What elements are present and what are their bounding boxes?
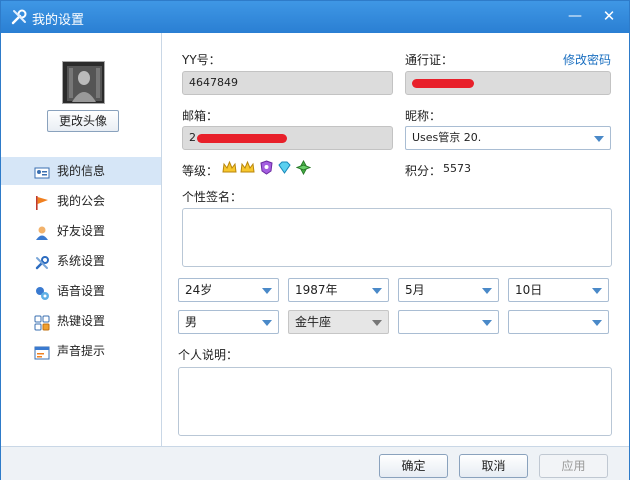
friend-icon [34,223,50,240]
close-button[interactable]: ✕ [599,6,619,26]
chevron-down-icon [262,320,272,326]
chevron-down-icon [482,320,492,326]
age-select[interactable]: 24岁 [178,278,279,302]
age-value: 24岁 [185,283,213,297]
sidebar-item-label: 热键设置 [57,314,106,328]
window-title: 我的设置 [32,13,85,28]
sidebar-item-my-info[interactable]: 我的信息 [1,157,161,185]
yy-number-label: YY号： [182,53,221,67]
nickname-value: Uses管京 20. [412,131,482,144]
minimize-button[interactable]: — [565,6,585,26]
gender-select[interactable]: 男 [178,310,279,334]
sidebar-item-label: 系统设置 [57,254,106,268]
redaction-mark [197,134,287,143]
signature-label: 个性签名： [182,190,243,204]
points-value: 5573 [443,162,471,175]
sidebar-item-friend-settings[interactable]: 好友设置 [1,217,161,245]
diamond-icon [277,160,292,175]
email-label: 邮箱： [182,109,219,123]
nickname-input[interactable]: Uses管京 20. [405,126,611,150]
birth-day-value: 10日 [515,283,543,297]
voice-icon [34,283,50,300]
about-label: 个人说明： [178,348,239,362]
chevron-down-icon [262,288,272,294]
sound-window-icon [34,343,50,360]
chevron-down-icon [594,136,604,142]
about-input[interactable] [178,367,612,436]
location-city-select[interactable] [508,310,609,334]
passport-label: 通行证： [405,53,454,67]
points-label: 积分： [405,164,442,178]
sidebar: 更改头像 我的信息 我的公会 好友设置 系统设置 语音设置 热键设置 声音提示 [1,33,162,446]
settings-form: YY号： 4647849 通行证： 修改密码 邮箱： 2 昵称： Uses管京 … [163,33,629,446]
yy-number-field: 4647849 [182,71,393,95]
sidebar-item-label: 语音设置 [57,284,106,298]
level-label: 等级： [182,164,219,178]
email-value-prefix: 2 [189,131,196,144]
passport-field [405,71,611,95]
cancel-button[interactable]: 取消 [459,454,528,478]
change-avatar-button[interactable]: 更改头像 [47,110,119,132]
title-bar[interactable]: 我的设置 — ✕ [1,1,629,33]
sidebar-item-label: 好友设置 [57,224,106,238]
sidebar-item-my-guild[interactable]: 我的公会 [1,187,161,215]
chevron-down-icon [372,288,382,294]
sidebar-item-label: 我的信息 [57,164,106,178]
clover-icon [295,159,312,176]
settings-window: 我的设置 — ✕ 更改头像 我的信息 我的公会 好友设置 系统设置 语音设置 热… [0,0,630,480]
sidebar-item-system-settings[interactable]: 系统设置 [1,247,161,275]
birth-month-value: 5月 [405,283,425,297]
sidebar-nav: 我的信息 我的公会 好友设置 系统设置 语音设置 热键设置 声音提示 [1,157,161,367]
birth-day-select[interactable]: 10日 [508,278,609,302]
avatar [62,61,105,104]
tools-icon [34,253,50,270]
birth-year-value: 1987年 [295,283,338,297]
sidebar-item-voice-settings[interactable]: 语音设置 [1,277,161,305]
birth-year-select[interactable]: 1987年 [288,278,389,302]
ok-button[interactable]: 确定 [379,454,448,478]
sidebar-item-sound-alerts[interactable]: 声音提示 [1,337,161,365]
crown-icon [240,160,255,175]
sidebar-item-label: 声音提示 [57,344,106,358]
gender-value: 男 [185,315,198,329]
email-field: 2 [182,126,393,150]
location-province-select[interactable] [398,310,499,334]
tools-icon [10,8,28,26]
nickname-label: 昵称： [405,109,442,123]
chevron-down-icon [592,320,602,326]
signature-input[interactable] [182,208,612,267]
flag-icon [34,193,50,210]
sidebar-item-hotkey-settings[interactable]: 热键设置 [1,307,161,335]
chevron-down-icon [592,288,602,294]
zodiac-select: 金牛座 [288,310,389,334]
user-card-icon [34,163,50,179]
sidebar-item-label: 我的公会 [57,194,106,208]
crown-icon [222,160,237,175]
chevron-down-icon [482,288,492,294]
chevron-down-icon [372,320,382,326]
birth-month-select[interactable]: 5月 [398,278,499,302]
redaction-mark [412,79,474,88]
shield-badge-icon [259,160,274,175]
apply-button[interactable]: 应用 [539,454,608,478]
hotkey-icon [34,313,50,331]
footer-bar: 确定 取消 应用 [1,446,629,480]
change-password-link[interactable]: 修改密码 [563,51,611,68]
zodiac-value: 金牛座 [295,315,332,329]
